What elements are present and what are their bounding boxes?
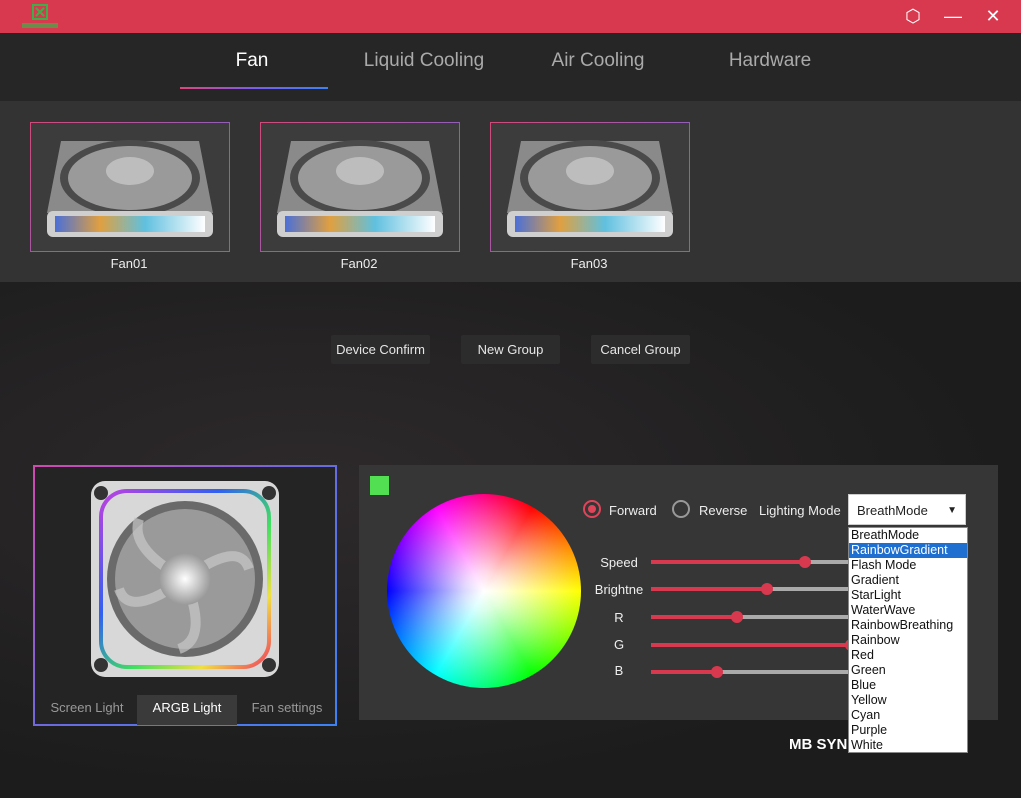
lighting-mode-value: BreathMode — [857, 503, 928, 518]
reverse-label: Reverse — [699, 503, 748, 518]
fan-icon — [277, 140, 443, 237]
dropdown-option[interactable]: White — [849, 738, 967, 753]
settings-icon[interactable]: ⬡ — [900, 4, 926, 28]
dropdown-option[interactable]: WaterWave — [849, 603, 967, 618]
dropdown-option[interactable]: Yellow — [849, 693, 967, 708]
selected-color-swatch — [370, 476, 389, 495]
main-tabs: Fan Liquid Cooling Air Cooling Hardware — [0, 33, 1021, 101]
speed-label: Speed — [600, 555, 638, 570]
dropdown-option[interactable]: RainbowBreathing — [849, 618, 967, 633]
minimize-button[interactable]: — — [940, 4, 966, 28]
forward-radio[interactable] — [583, 500, 601, 518]
fan-icon — [47, 140, 213, 237]
tab-liquid-cooling[interactable]: Liquid Cooling — [339, 50, 509, 72]
tab-hardware[interactable]: Hardware — [685, 50, 855, 72]
fan-icon — [507, 140, 673, 237]
tab-air-cooling[interactable]: Air Cooling — [513, 50, 683, 72]
dropdown-option[interactable]: Red — [849, 648, 967, 663]
dropdown-option[interactable]: Gradient — [849, 573, 967, 588]
lighting-mode-select[interactable]: BreathMode ▼ — [848, 494, 966, 525]
speed-slider[interactable] — [651, 556, 851, 568]
reverse-radio[interactable] — [672, 500, 690, 518]
active-tab-indicator — [180, 87, 328, 89]
green-label: G — [613, 637, 625, 652]
device-list: Fan01 Fan02 Fan03 — [0, 101, 1021, 282]
dropdown-option[interactable]: Rainbow — [849, 633, 967, 648]
fan-device-card[interactable] — [260, 122, 460, 252]
brightness-label: Brightne — [594, 582, 644, 597]
fan-preview-panel: Screen Light ARGB Light Fan settings — [33, 465, 337, 726]
blue-slider[interactable] — [651, 666, 851, 678]
blue-label: B — [614, 663, 624, 678]
cancel-group-button[interactable]: Cancel Group — [591, 335, 690, 364]
fan-label: Fan03 — [570, 256, 608, 271]
device-confirm-button[interactable]: Device Confirm — [331, 335, 430, 364]
dropdown-option[interactable]: Purple — [849, 723, 967, 738]
brand-text: MB SYN — [789, 736, 848, 753]
fan-device-card[interactable] — [490, 122, 690, 252]
lighting-mode-dropdown: BreathMode RainbowGradient Flash Mode Gradi… — [848, 527, 968, 753]
chevron-down-icon: ▼ — [947, 505, 957, 516]
red-slider[interactable] — [651, 611, 851, 623]
tab-fan-settings[interactable]: Fan settings — [237, 695, 337, 725]
dropdown-option[interactable]: Cyan — [849, 708, 967, 723]
tab-fan[interactable]: Fan — [167, 50, 337, 72]
close-button[interactable]: ✕ — [980, 4, 1006, 28]
dropdown-option[interactable]: BreathMode — [849, 528, 967, 543]
fan-label: Fan01 — [110, 256, 148, 271]
title-bar: ⬡ — ✕ — [0, 0, 1021, 33]
dropdown-option[interactable]: Green — [849, 663, 967, 678]
fan-label: Fan02 — [340, 256, 378, 271]
brightness-slider[interactable] — [651, 583, 851, 595]
new-group-button[interactable]: New Group — [461, 335, 560, 364]
tab-screen-light[interactable]: Screen Light — [37, 695, 137, 725]
dropdown-option[interactable]: StarLight — [849, 588, 967, 603]
color-wheel[interactable] — [387, 494, 581, 688]
red-label: R — [614, 610, 624, 625]
tab-argb-light[interactable]: ARGB Light — [137, 695, 237, 725]
dropdown-option[interactable]: Flash Mode — [849, 558, 967, 573]
green-slider[interactable] — [651, 639, 857, 651]
app-logo-icon — [22, 4, 58, 28]
lighting-mode-label: Lighting Mode — [759, 503, 841, 518]
fan-preview-icon — [91, 481, 279, 677]
fan-device-card[interactable] — [30, 122, 230, 252]
dropdown-option[interactable]: RainbowGradient — [849, 543, 967, 558]
forward-label: Forward — [609, 503, 657, 518]
dropdown-option[interactable]: Blue — [849, 678, 967, 693]
